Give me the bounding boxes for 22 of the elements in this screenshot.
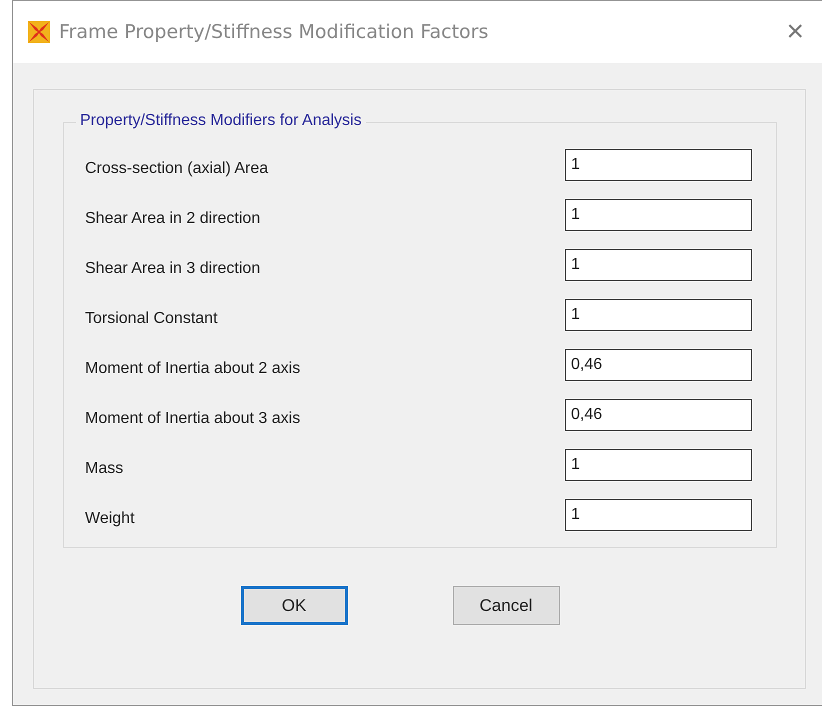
input-field[interactable]: 1 bbox=[565, 149, 752, 181]
cancel-button[interactable]: Cancel bbox=[452, 586, 560, 625]
field-label: Torsional Constant bbox=[85, 309, 218, 328]
input-field[interactable]: 1 bbox=[565, 449, 752, 481]
input-field[interactable]: 1 bbox=[565, 299, 752, 331]
field-label: Shear Area in 3 direction bbox=[85, 259, 260, 278]
field-label: Weight bbox=[85, 509, 135, 528]
field-label: Cross-section (axial) Area bbox=[85, 159, 268, 178]
group-title: Property/Stiffness Modifiers for Analysis bbox=[76, 112, 366, 130]
input-field[interactable]: 1 bbox=[565, 249, 752, 281]
input-field[interactable]: 1 bbox=[565, 499, 752, 531]
field-label: Moment of Inertia about 3 axis bbox=[85, 409, 300, 428]
window-title: Frame Property/Stiffness Modification Factors bbox=[59, 21, 488, 43]
input-field[interactable]: 1 bbox=[565, 199, 752, 231]
close-button[interactable]: × bbox=[782, 17, 808, 47]
input-field[interactable]: 0,46 bbox=[565, 349, 752, 381]
ok-button[interactable]: OK bbox=[240, 586, 348, 625]
app-icon bbox=[27, 20, 51, 44]
field-label: Moment of Inertia about 2 axis bbox=[85, 359, 300, 378]
field-label: Mass bbox=[85, 459, 124, 478]
input-field[interactable]: 0,46 bbox=[565, 399, 752, 431]
field-label: Shear Area in 2 direction bbox=[85, 209, 260, 228]
